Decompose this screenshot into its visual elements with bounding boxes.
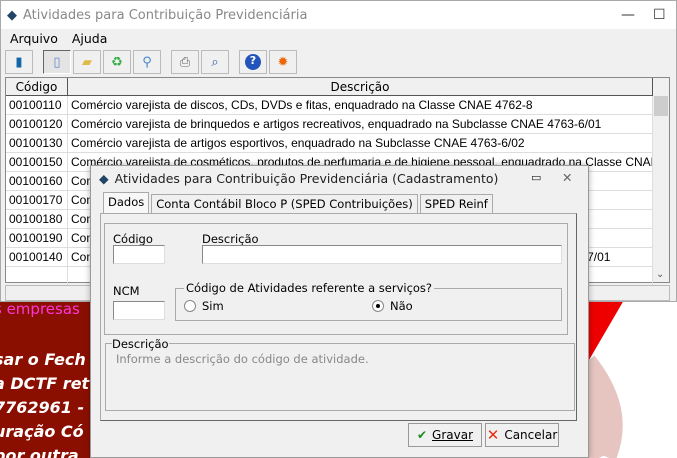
table-row[interactable]: 00100130 Comércio varejista de artigos es… — [6, 134, 669, 153]
bg-text: 7762961 - T — [0, 398, 92, 417]
tab-sped-reinf[interactable]: SPED Reinf — [419, 194, 493, 213]
settings-button[interactable]: ✹ — [269, 50, 297, 74]
dialog-title: Atividades para Contribuição Previdenciá… — [114, 171, 499, 186]
background-banner: s empresas sar o Fech a DCTF ret 7762961… — [0, 300, 92, 458]
gravar-label: Gravar — [432, 428, 474, 442]
radio-nao-label: Não — [390, 299, 413, 313]
open-button[interactable]: ▰ — [73, 50, 101, 74]
radio-circle[interactable] — [372, 300, 384, 312]
print-button[interactable]: ⎙ — [171, 50, 199, 74]
tab-panel-dados: Código Descrição NCM Código de Atividade… — [100, 213, 577, 421]
cell-codigo: 00100180 — [6, 210, 68, 228]
bg-text: s empresas — [0, 300, 80, 318]
servicos-group: Código de Atividades referente a serviço… — [175, 281, 562, 321]
scroll-down-icon[interactable]: ⌄ — [656, 269, 664, 280]
radio-nao[interactable]: Não — [372, 299, 413, 313]
refresh-icon: ♻ — [111, 54, 123, 70]
descricao-label: Descrição — [202, 232, 259, 246]
app-icon: ◆ — [99, 171, 109, 186]
vertical-scrollbar[interactable]: ⌄ — [653, 78, 669, 282]
gravar-button[interactable]: ✔ Gravar — [408, 423, 482, 447]
ncm-input[interactable] — [113, 301, 165, 320]
descricao-hint-group: Descrição Informe a descrição do código … — [105, 337, 575, 411]
menu-bar: Arquivo Ajuda — [1, 29, 676, 47]
scrollbar-thumb[interactable] — [654, 96, 668, 116]
cell-codigo: 00100170 — [6, 191, 68, 209]
search-button[interactable]: ⚲ — [133, 50, 161, 74]
tab-conta-contabil[interactable]: Conta Contábil Bloco P (SPED Contribuiçõ… — [151, 194, 418, 213]
codigo-input[interactable] — [113, 245, 165, 264]
cadastramento-dialog: ◆ Atividades para Contribuição Previdenc… — [90, 165, 589, 458]
bg-text: sar o Fech — [0, 350, 86, 369]
column-codigo[interactable]: Código — [6, 78, 68, 95]
servicos-group-label: Código de Atividades referente a serviço… — [184, 281, 435, 295]
ncm-label: NCM — [113, 284, 140, 298]
refresh-button[interactable]: ♻ — [103, 50, 131, 74]
tab-dados[interactable]: Dados — [103, 192, 150, 214]
cell-descricao: Comércio varejista de discos, CDs, DVDs … — [68, 96, 653, 114]
exit-icon: ▮ — [15, 54, 23, 70]
check-icon: ✔ — [416, 428, 428, 442]
cell-codigo: 00100160 — [6, 172, 68, 190]
exit-button[interactable]: ▮ — [5, 50, 33, 74]
print-preview-button[interactable]: ⌕ — [201, 50, 229, 74]
cell-codigo: 00100140 — [6, 248, 68, 266]
title-bar: ◆ Atividades para Contribuição Previdenc… — [1, 1, 676, 29]
minimize-button[interactable]: — — [621, 7, 635, 23]
grid-header: Código Descrição — [6, 78, 669, 96]
tab-bar: Dados Conta Contábil Bloco P (SPED Contr… — [103, 192, 495, 214]
toolbar: ▮ ▯ ▰ ♻ ⚲ ⎙ ⌕ ? ✹ — [1, 48, 676, 76]
new-document-icon: ▯ — [53, 54, 61, 70]
background-swoosh — [589, 300, 677, 458]
menu-ajuda[interactable]: Ajuda — [72, 31, 108, 46]
settings-icon: ✹ — [277, 54, 289, 70]
descricao-hint-text: Informe a descrição do código de ativida… — [116, 352, 369, 366]
cancelar-button[interactable]: ✕ Cancelar — [485, 423, 559, 447]
print-preview-icon: ⌕ — [211, 54, 219, 70]
dialog-title-bar: ◆ Atividades para Contribuição Previdenc… — [91, 166, 588, 191]
descricao-input[interactable] — [202, 245, 562, 264]
open-folder-icon: ▰ — [82, 54, 92, 70]
cell-codigo: 00100120 — [6, 115, 68, 133]
radio-sim[interactable]: Sim — [184, 299, 224, 313]
radio-sim-label: Sim — [202, 299, 224, 313]
maximize-button[interactable]: ☐ — [653, 7, 666, 23]
bg-text: uração Có — [0, 422, 84, 441]
descricao-hint-label: Descrição — [112, 337, 169, 351]
cancelar-label: Cancelar — [504, 428, 558, 442]
x-icon: ✕ — [486, 426, 500, 444]
dialog-minimize-button[interactable]: ▭ — [531, 171, 541, 184]
table-row[interactable]: 00100120 Comércio varejista de brinquedos… — [6, 115, 669, 134]
help-icon: ? — [245, 54, 261, 70]
column-descricao[interactable]: Descrição — [68, 78, 653, 95]
bg-text: por outra — [0, 446, 79, 458]
dialog-close-button[interactable]: ✕ — [562, 170, 572, 185]
print-icon: ⎙ — [179, 54, 191, 70]
window-title: Atividades para Contribuição Previdenciá… — [23, 7, 308, 23]
new-button[interactable]: ▯ — [43, 50, 71, 74]
table-row[interactable]: 00100110 Comércio varejista de discos, CD… — [6, 96, 669, 115]
help-button[interactable]: ? — [239, 50, 267, 74]
radio-circle[interactable] — [184, 300, 196, 312]
cell-codigo: 00100130 — [6, 134, 68, 152]
cell-codigo: 00100110 — [6, 96, 68, 114]
bg-text: a DCTF ret — [0, 374, 90, 393]
app-icon: ◆ — [7, 7, 17, 23]
cell-codigo: 00100190 — [6, 229, 68, 247]
cell-codigo: 00100150 — [6, 153, 68, 171]
search-icon: ⚲ — [142, 54, 152, 70]
cell-descricao: Comércio varejista de artigos esportivos… — [68, 134, 653, 152]
codigo-label: Código — [113, 232, 153, 246]
cell-descricao: Comércio varejista de brinquedos e artig… — [68, 115, 653, 133]
menu-arquivo[interactable]: Arquivo — [10, 31, 58, 46]
